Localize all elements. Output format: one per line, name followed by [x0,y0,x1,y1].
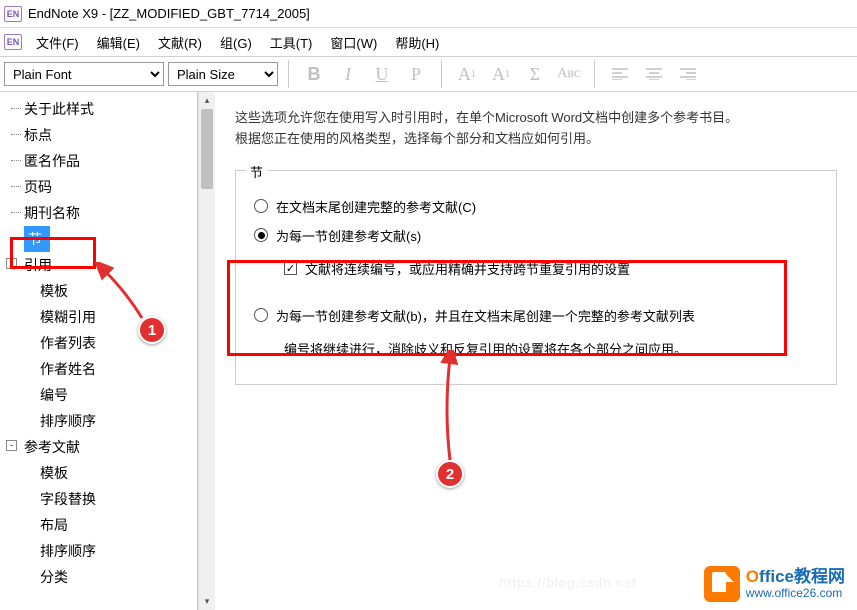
watermark-logo: Office教程网 www.office26.com [704,566,845,602]
annotation-circle-2: 2 [436,460,464,488]
bold-button[interactable]: B [299,60,329,88]
toolbar-divider [288,60,289,88]
tree-toggle[interactable]: - [6,258,17,269]
style-tree-sidebar: 关于此样式 标点 匿名作品 页码 期刊名称 节 - 引用 模板 模糊引用 作者列… [0,92,198,610]
scroll-thumb[interactable] [201,109,213,189]
note-text: 编号将继续进行，消除歧义和反复引用的设置将在各个部分之间应用。 [284,339,824,358]
menu-help[interactable]: 帮助(H) [387,31,447,54]
tree-item-journal[interactable]: 期刊名称 [0,200,197,226]
fieldset-legend: 节 [246,162,267,181]
toolbar-divider [594,60,595,88]
tree-toggle[interactable]: - [6,440,17,451]
content-area: 关于此样式 标点 匿名作品 页码 期刊名称 节 - 引用 模板 模糊引用 作者列… [0,92,857,610]
align-left-icon [612,68,628,80]
main-panel: 这些选项允许您在使用写入时引用时，在单个Microsoft Word文档中创建多… [215,92,857,610]
radio-icon [254,199,268,213]
watermark-brand: Office教程网 [746,568,845,587]
superscript-button[interactable]: A1 [452,60,482,88]
tree-item-field-sub[interactable]: 字段替换 [0,486,197,512]
watermark-icon [704,566,740,602]
italic-button[interactable]: I [333,60,363,88]
tree-item-numbering[interactable]: 编号 [0,382,197,408]
menu-references[interactable]: 文献(R) [150,31,210,54]
sigma-button[interactable]: Σ [520,60,550,88]
scroll-track[interactable] [199,109,215,593]
app-icon-small: EN [4,34,22,50]
subscript-button[interactable]: A1 [486,60,516,88]
tree-item-bib-sort[interactable]: 排序顺序 [0,538,197,564]
checkbox-icon: ✓ [284,262,297,275]
menu-window[interactable]: 窗口(W) [322,31,385,54]
radio-complete-bib[interactable]: 在文档末尾创建完整的参考文献(C) [254,197,824,216]
tree-item-sections[interactable]: 节 [24,226,50,252]
align-center-button[interactable] [639,60,669,88]
smallcaps-button[interactable]: Aʙᴄ [554,60,584,88]
align-right-icon [680,68,696,80]
window-title: EndNote X9 - [ZZ_MODIFIED_GBT_7714_2005] [28,6,310,21]
panel-description: 这些选项允许您在使用写入时引用时，在单个Microsoft Word文档中创建多… [235,108,837,150]
watermark-faint: https://blog.csdn.net [500,575,637,590]
menu-groups[interactable]: 组(G) [212,31,260,54]
tree-item-authorname[interactable]: 作者姓名 [0,356,197,382]
annotation-arrow-2 [432,350,472,470]
tree-item-layout[interactable]: 布局 [0,512,197,538]
scroll-up-arrow[interactable]: ▴ [199,92,215,109]
sidebar-scrollbar[interactable]: ▴ ▾ [198,92,215,610]
tree-item-page[interactable]: 页码 [0,174,197,200]
font-size-select[interactable]: Plain Size [168,62,278,86]
tree-item-about[interactable]: 关于此样式 [0,96,197,122]
toolbar-divider [441,60,442,88]
tree-item-punctuation[interactable]: 标点 [0,122,197,148]
style-tree: 关于此样式 标点 匿名作品 页码 期刊名称 节 - 引用 模板 模糊引用 作者列… [0,92,197,594]
font-name-select[interactable]: Plain Font [4,62,164,86]
tree-item-categories[interactable]: 分类 [0,564,197,590]
menu-file[interactable]: 文件(F) [28,31,87,54]
tree-item-bib-templates[interactable]: 模板 [0,460,197,486]
underline-button[interactable]: U [367,60,397,88]
radio-per-section[interactable]: 为每一节创建参考文献(s) [254,226,824,245]
app-icon: EN [4,6,22,22]
tree-item-anonymous[interactable]: 匿名作品 [0,148,197,174]
annotation-circle-1: 1 [138,316,166,344]
scroll-down-arrow[interactable]: ▾ [199,593,215,610]
menu-tools[interactable]: 工具(T) [262,31,321,54]
watermark-url: www.office26.com [746,587,845,600]
align-center-icon [646,68,662,80]
paragraph-button[interactable]: P [401,60,431,88]
menu-edit[interactable]: 编辑(E) [89,31,148,54]
format-toolbar: Plain Font Plain Size B I U P A1 A1 Σ Aʙ… [0,56,857,92]
radio-icon [254,308,268,322]
sections-fieldset: 节 在文档末尾创建完整的参考文献(C) 为每一节创建参考文献(s) ✓ 文献将连… [235,170,837,385]
checkbox-continuous[interactable]: ✓ 文献将连续编号，或应用精确并支持跨节重复引用的设置 [284,259,824,278]
menubar: EN 文件(F) 编辑(E) 文献(R) 组(G) 工具(T) 窗口(W) 帮助… [0,28,857,56]
tree-group-bibliography[interactable]: - 参考文献 [0,434,197,460]
align-right-button[interactable] [673,60,703,88]
radio-icon-checked [254,228,268,242]
align-left-button[interactable] [605,60,635,88]
titlebar: EN EndNote X9 - [ZZ_MODIFIED_GBT_7714_20… [0,0,857,28]
tree-item-sortorder[interactable]: 排序顺序 [0,408,197,434]
radio-both[interactable]: 为每一节创建参考文献(b)，并且在文档末尾创建一个完整的参考文献列表 [254,306,824,325]
